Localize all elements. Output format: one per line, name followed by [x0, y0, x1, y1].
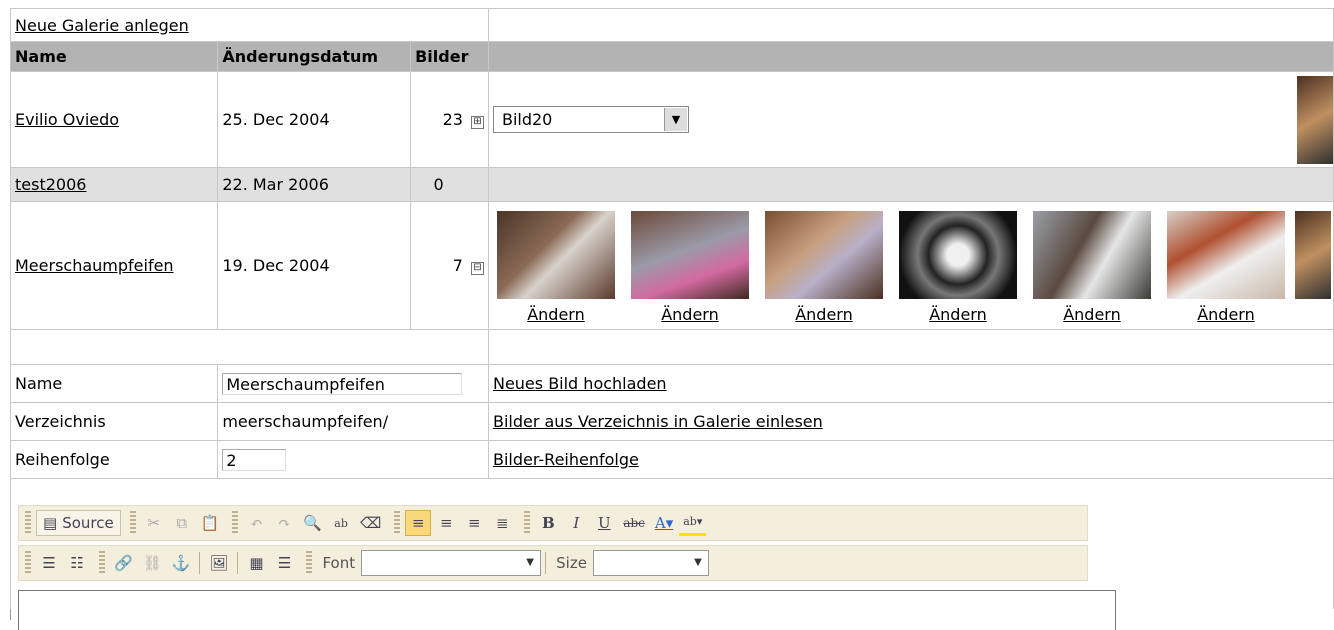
thumbnail-image[interactable] [764, 211, 883, 299]
bold-button[interactable]: B [535, 510, 561, 536]
header-pics: Bilder [410, 41, 489, 72]
collapse-icon[interactable]: ⊟ [470, 262, 484, 275]
align-justify-icon[interactable]: ≣ [489, 510, 515, 536]
edit-link[interactable]: Ändern [527, 305, 585, 324]
chevron-down-icon: ▼ [694, 557, 702, 568]
thumbnail-image[interactable] [898, 211, 1017, 299]
gallery-date: 19. Dec 2004 [217, 201, 412, 330]
header-date: Änderungsdatum [217, 41, 412, 72]
source-icon: ▤ [43, 514, 58, 532]
edit-link[interactable]: Ändern [1063, 305, 1121, 324]
thumbnail [1293, 207, 1333, 324]
eraser-icon[interactable]: ⌫ [356, 510, 385, 536]
thumbnail: Ändern [1025, 207, 1159, 324]
bg-color-button[interactable]: ab ▾ [679, 510, 707, 536]
text-color-button[interactable]: A ▾ [651, 510, 677, 536]
thumbnail-strip: Ändern Ändern Ändern Ändern Ändern Änder… [489, 207, 1333, 324]
editor-content-area[interactable] [18, 590, 1116, 630]
anchor-icon[interactable]: ⚓ [168, 550, 195, 576]
thumbnail-image[interactable] [496, 211, 615, 299]
size-select[interactable]: ▼ [592, 550, 709, 576]
source-button[interactable]: ▤ Source [36, 510, 121, 536]
cut-icon[interactable]: ✂ [141, 510, 167, 536]
thumbnail: Ändern [1159, 207, 1293, 324]
font-label: Font [322, 554, 356, 572]
table-row: test2006 22. Mar 2006 0 [9, 167, 1334, 202]
bulleted-list-icon[interactable]: ☷ [64, 550, 90, 576]
editor-toolbar-row2: ☰ ☷ 🔗 ⛓ ⚓ 🖼 ▦ ☰ Font ▼ Size ▼ [18, 545, 1088, 581]
name-label: Name [9, 364, 219, 403]
edit-link[interactable]: Ändern [1197, 305, 1255, 324]
align-center-icon[interactable]: ≡ [433, 510, 459, 536]
copy-icon[interactable]: ⧉ [169, 510, 195, 536]
gallery-date: 25. Dec 2004 [217, 71, 412, 168]
gallery-date: 22. Mar 2006 [217, 167, 412, 202]
table-icon[interactable]: ▦ [243, 550, 269, 576]
upload-image-link[interactable]: Neues Bild hochladen [493, 374, 667, 393]
unlink-icon[interactable]: ⛓ [139, 550, 166, 576]
gallery-link[interactable]: Meerschaumpfeifen [15, 256, 174, 275]
editor-toolbar-row1: ▤ Source ✂ ⧉ 📋 ↶ ↷ 🔍 ab ⌫ ≡ ≡ ≡ ≣ B I U a… [18, 505, 1088, 541]
order-input[interactable]: 2 [222, 448, 287, 471]
name-input[interactable]: Meerschaumpfeifen [222, 372, 463, 395]
gallery-link[interactable]: Evilio Oviedo [15, 110, 119, 129]
gallery-link[interactable]: test2006 [15, 175, 86, 194]
paste-icon[interactable]: 📋 [197, 510, 224, 536]
header-name: Name [9, 41, 219, 72]
thumbnail: Ändern [891, 207, 1025, 324]
undo-icon[interactable]: ↶ [243, 510, 269, 536]
chevron-down-icon: ▼ [526, 557, 534, 568]
underline-button[interactable]: U [591, 510, 617, 536]
expand-icon[interactable]: ⊞ [470, 116, 484, 129]
image-order-link[interactable]: Bilder-Reihenfolge [493, 450, 639, 469]
numbered-list-icon[interactable]: ☰ [36, 550, 62, 576]
table-row: Evilio Oviedo 25. Dec 2004 23 ⊞ Bild20 ▼ [9, 71, 1334, 168]
thumbnail: Ändern [757, 207, 891, 324]
chevron-down-icon: ▼ [663, 108, 687, 131]
import-images-link[interactable]: Bilder aus Verzeichnis in Galerie einles… [493, 412, 823, 431]
redo-icon[interactable]: ↷ [271, 510, 297, 536]
replace-icon[interactable]: ab [328, 510, 354, 536]
horizontal-rule-icon[interactable]: ☰ [271, 550, 297, 576]
order-label: Reihenfolge [9, 440, 219, 479]
table-row: Meerschaumpfeifen 19. Dec 2004 7 ⊟ Ändern… [9, 201, 1334, 330]
thumbnail-image[interactable] [630, 211, 749, 299]
font-select[interactable]: ▼ [361, 550, 542, 576]
edit-link[interactable]: Ändern [661, 305, 719, 324]
gallery-count: 23 [442, 110, 463, 129]
thumbnail-image[interactable] [1166, 211, 1285, 299]
directory-value: meerschaumpfeifen/ [217, 402, 489, 441]
find-icon[interactable]: 🔍 [299, 510, 326, 536]
align-left-icon[interactable]: ≡ [405, 510, 432, 536]
strikethrough-button[interactable]: abc [619, 510, 649, 536]
preview-image [1297, 76, 1333, 164]
edit-link[interactable]: Ändern [795, 305, 853, 324]
link-icon[interactable]: 🔗 [110, 550, 137, 576]
gallery-count: 0 [433, 175, 444, 194]
thumbnail-image[interactable] [1032, 211, 1151, 299]
align-right-icon[interactable]: ≡ [461, 510, 487, 536]
size-label: Size [556, 554, 587, 572]
edit-link[interactable]: Ändern [929, 305, 987, 324]
thumbnail: Ändern [489, 207, 622, 324]
gallery-count: 7 [452, 256, 463, 275]
table-header: Name Änderungsdatum Bilder [9, 41, 1334, 72]
thumbnail-image[interactable] [1294, 211, 1331, 299]
new-gallery-link[interactable]: Neue Galerie anlegen [15, 16, 189, 35]
italic-button[interactable]: I [563, 510, 589, 536]
directory-label: Verzeichnis [9, 402, 219, 441]
image-select[interactable]: Bild20 ▼ [492, 106, 689, 133]
image-icon[interactable]: 🖼 [205, 550, 232, 576]
thumbnail: Ändern [623, 207, 757, 324]
